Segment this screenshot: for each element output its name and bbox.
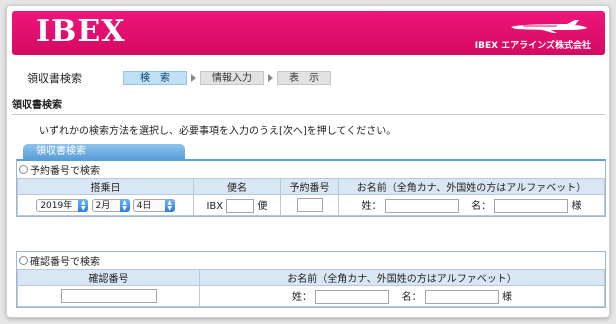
date-cell: 2019年 ▲ ▼ 2月 ▲ ▼ 4日 ▲ ▼ [17, 194, 194, 216]
given-name-label: 名： [401, 292, 422, 303]
step-input: 情報入力 [200, 71, 264, 85]
flight-prefix: IBX [206, 201, 224, 212]
confirmation-number-input[interactable] [60, 289, 157, 303]
reservation-option-label: 予約番号で検索 [30, 166, 100, 177]
step-display: 表 示 [277, 71, 331, 85]
confirmation-option[interactable]: 確認番号で検索 [17, 252, 605, 269]
site-header: IBEX IBEX エアラインズ株式会社 [12, 11, 605, 55]
confirmation-option-label: 確認番号で検索 [30, 257, 100, 268]
confirmation-no-cell [17, 285, 200, 307]
reservation-option[interactable]: 予約番号で検索 [17, 161, 605, 178]
reservation-table: 搭乗日 便名 予約番号 お名前（全角カナ、外国姓の方はアルファベット） 2019… [17, 178, 605, 216]
reservation-search-panel: 予約番号で検索 搭乗日 便名 予約番号 お名前（全角カナ、外国姓の方はアルファベ… [16, 159, 606, 217]
name-cell: 姓： 名： 様 [338, 194, 605, 216]
reservation-radio[interactable] [19, 165, 28, 174]
chevron-right-icon [268, 74, 273, 82]
surname-label: 姓： [361, 201, 382, 212]
surname-input[interactable] [384, 199, 459, 213]
name-cell: 姓： 名： 様 [199, 285, 605, 307]
confirmation-search-panel: 確認番号で検索 確認番号 お名前（全角カナ、外国姓の方はアルファベット） 姓： … [16, 251, 606, 308]
flight-suffix: 便 [257, 201, 268, 212]
select-arrows-icon: ▲ ▼ [164, 198, 175, 212]
header-date: 搭乗日 [17, 178, 194, 195]
airline-name: IBEX エアラインズ株式会社 [474, 41, 591, 51]
step-search: 検 索 [123, 71, 187, 85]
reservation-number-input[interactable] [296, 198, 323, 212]
header-reservation-no: 予約番号 [280, 178, 339, 195]
select-arrows-icon: ▲ ▼ [119, 198, 130, 212]
surname-input[interactable] [315, 290, 390, 304]
tab-receipt-search[interactable]: 領収書検索 [23, 144, 185, 159]
reservation-no-cell [280, 194, 339, 216]
month-select[interactable]: 2月 ▲ ▼ [91, 198, 130, 212]
progress-steps: 領収書検索 検 索 情報入力 表 示 [27, 71, 331, 85]
year-select[interactable]: 2019年 ▲ ▼ [36, 198, 89, 212]
header-name: お名前（全角カナ、外国姓の方はアルファベット） [338, 178, 605, 195]
select-arrows-icon: ▲ ▼ [78, 198, 89, 212]
header-flight: 便名 [193, 178, 281, 195]
confirmation-radio[interactable] [19, 256, 28, 265]
instruction-text: いずれかの検索方法を選択し、必要事項を入力のうえ[次へ]を押してください。 [39, 126, 397, 137]
given-name-input[interactable] [494, 199, 569, 213]
steps-title: 領収書検索 [27, 72, 82, 85]
ibex-logo[interactable]: IBEX [36, 14, 126, 49]
flight-number-input[interactable] [226, 199, 255, 213]
section-title: 領収書検索 [12, 96, 605, 115]
airplane-icon [511, 20, 587, 33]
honorific: 様 [571, 201, 582, 212]
honorific: 様 [501, 292, 512, 303]
confirmation-table: 確認番号 お名前（全角カナ、外国姓の方はアルファベット） 姓： 名： 様 [17, 269, 605, 307]
surname-label: 姓： [292, 292, 313, 303]
given-name-label: 名： [471, 201, 492, 212]
given-name-input[interactable] [424, 290, 499, 304]
chevron-right-icon [191, 74, 196, 82]
header-name: お名前（全角カナ、外国姓の方はアルファベット） [199, 269, 605, 286]
header-confirmation-no: 確認番号 [17, 269, 200, 286]
browser-window: IBEX IBEX エアラインズ株式会社 領収書検索 検 索 情報入力 表 示 … [6, 5, 610, 318]
day-select[interactable]: 4日 ▲ ▼ [132, 198, 175, 212]
flight-cell: IBX 便 [193, 194, 281, 216]
